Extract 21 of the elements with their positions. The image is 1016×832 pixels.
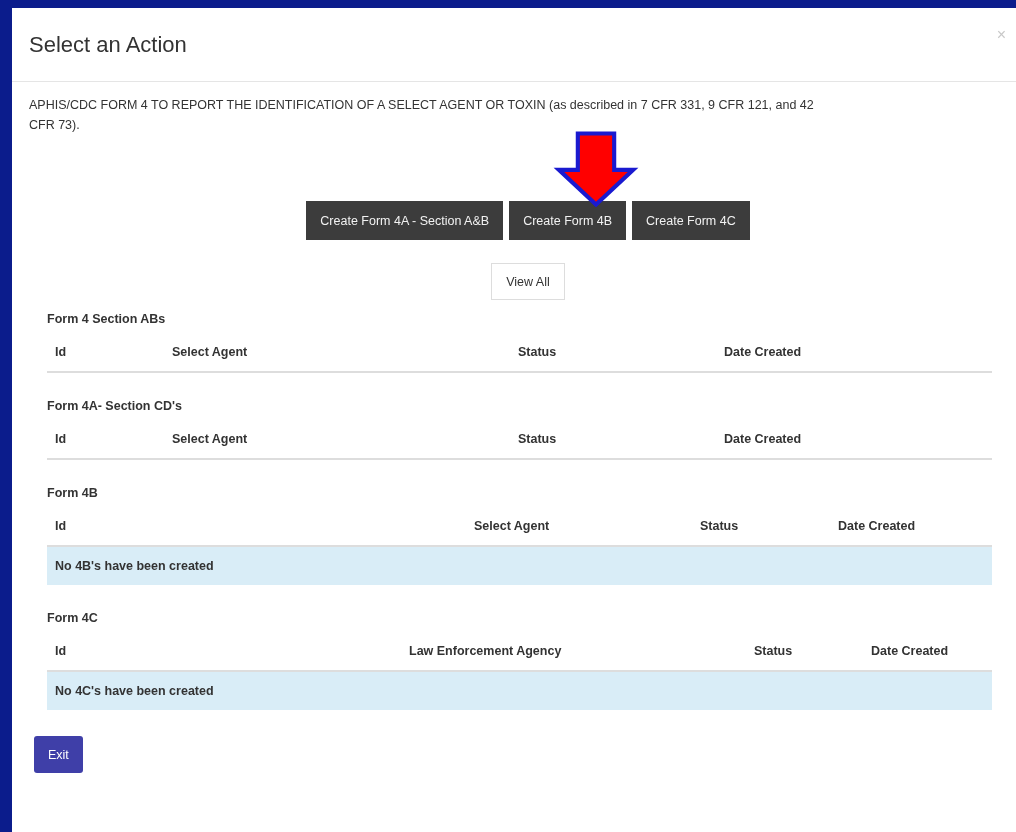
column-header: Date Created <box>716 333 992 372</box>
column-header: Date Created <box>716 420 992 459</box>
empty-message: No 4B's have been created <box>47 546 992 585</box>
table-title: Form 4 Section ABs <box>47 311 167 328</box>
create-form-button[interactable]: Create Form 4B <box>509 201 627 240</box>
dialog-title: Select an Action <box>29 31 187 58</box>
column-header: Status <box>510 420 716 459</box>
view-all-button[interactable]: View All <box>491 263 565 300</box>
column-header: Id <box>47 333 164 372</box>
exit-button[interactable]: Exit <box>34 736 83 773</box>
create-form-button[interactable]: Create Form 4A - Section A&B <box>306 201 504 240</box>
column-header: Status <box>510 333 716 372</box>
empty-message: No 4C's have been created <box>47 671 992 710</box>
column-header: Select Agent <box>164 333 510 372</box>
column-header: Select Agent <box>164 420 510 459</box>
table-title: Form 4C <box>47 610 99 627</box>
description-text: APHIS/CDC FORM 4 TO REPORT THE IDENTIFICATION OF A SELECT AGENT OR TOXIN (as described in 7 CFR 331, 9 CFR 121, and 42 CFR 73). <box>29 97 815 134</box>
create-form-button[interactable]: Create Form 4C <box>632 201 750 240</box>
table-title: Form 4B <box>47 485 99 502</box>
column-header: Id <box>47 420 164 459</box>
table-title: Form 4A- Section CD's <box>47 398 183 415</box>
